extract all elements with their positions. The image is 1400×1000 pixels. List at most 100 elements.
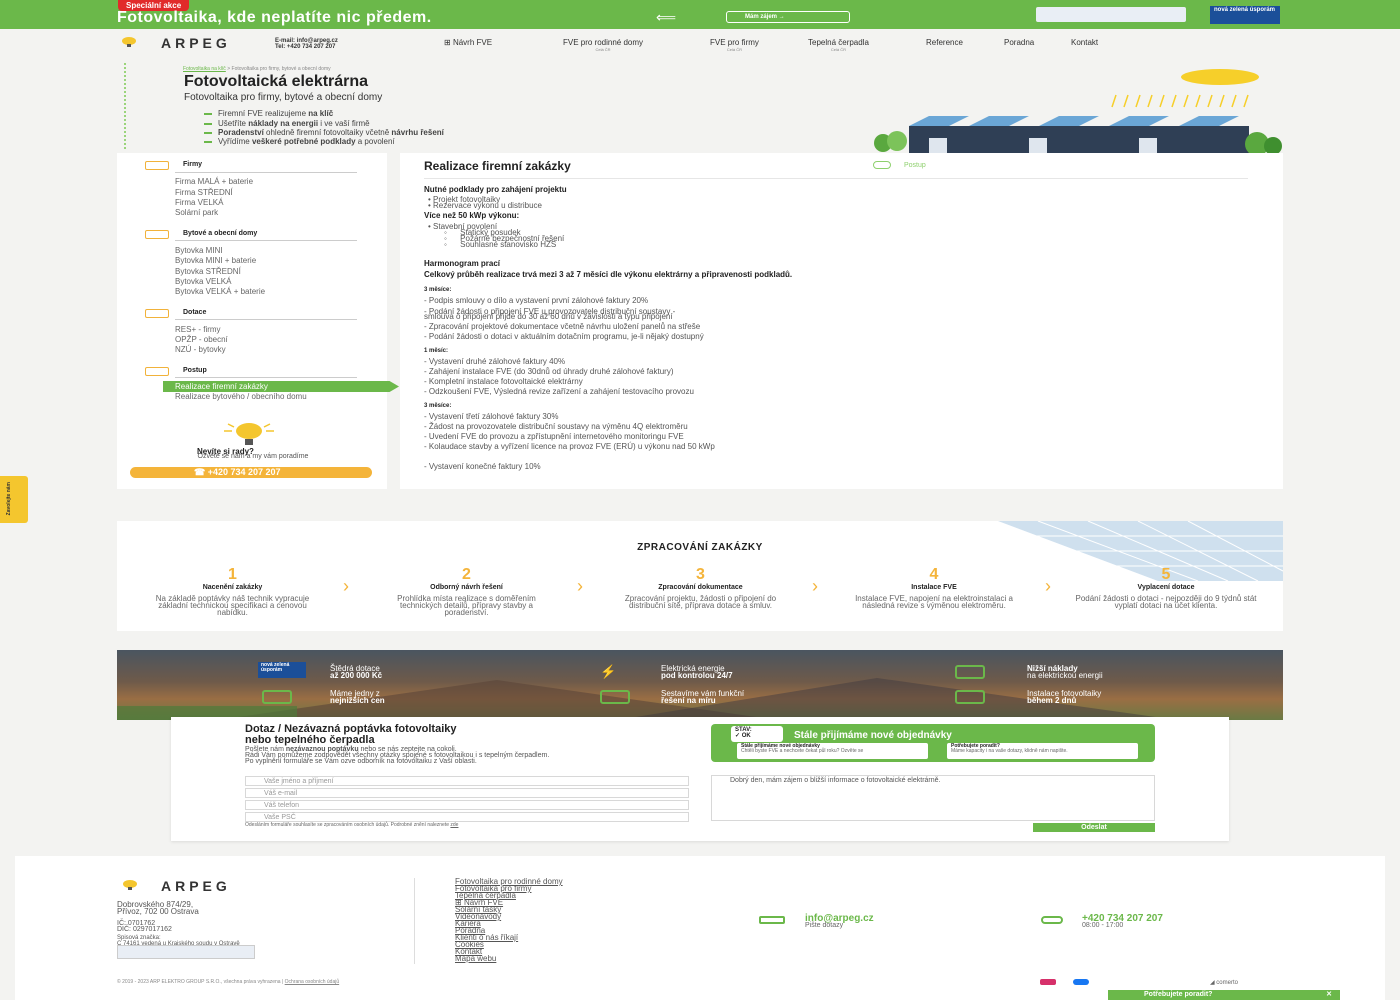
call-button-label: +420 734 207 207 [207, 467, 281, 477]
lightning-icon: ⚡ [600, 664, 617, 679]
sidebar-item[interactable]: Bytovka MINI [175, 246, 223, 255]
comerto-credit[interactable]: ◢ comerto [1210, 979, 1238, 986]
phase-item: - Vystavení druhé zálohové faktury 40% [424, 357, 566, 366]
hero-dotted-line [124, 63, 126, 149]
status-info-box: Potřebujete poradit? Máme kapacity i na v… [947, 743, 1138, 759]
phase-item: - Vystavení konečné faktury 10% [424, 462, 541, 471]
step-number: 3 [696, 566, 705, 583]
name-field[interactable]: Vaše jméno a příjmení [245, 776, 689, 786]
cfa-logo [1036, 7, 1186, 22]
footer-link[interactable]: Mapa webu [455, 955, 496, 963]
phase-item: - Zpracování projektové dokumentace včet… [424, 322, 701, 331]
step-title: Instalace FVE [911, 584, 957, 591]
logo[interactable]: ARPEG [161, 35, 231, 51]
bullet-dash [204, 132, 212, 134]
page-subtitle: Fotovoltaika pro firmy, bytové a obecní … [184, 92, 383, 103]
page-title: Fotovoltaická elektrárna [184, 73, 369, 90]
phase-item: smlouva o připojení přijde do 30 až 60 d… [424, 312, 673, 321]
sidebar-item-active-label: Realizace firemní zakázky [175, 382, 268, 391]
process-step: 2 Odborný návrh řešení Prohlídka místa r… [384, 566, 549, 617]
coins-icon [294, 665, 324, 679]
footer-ids: IČ: 0701762 DIČ: 0297017162 [117, 920, 172, 933]
gdpr-link[interactable]: zde [450, 822, 458, 828]
nav-kontakt[interactable]: Kontakt [1071, 38, 1098, 47]
divider [175, 240, 357, 241]
send-button[interactable]: Odeslat [1033, 823, 1155, 832]
step-number: 5 [1161, 566, 1171, 583]
benefits-banner [117, 650, 1283, 720]
arrow-right-icon: → [778, 14, 785, 20]
sidebar-item[interactable]: OPŽP - obecní [175, 335, 228, 344]
sidebar-item[interactable]: Firma STŘEDNÍ [175, 188, 233, 197]
promo-interest-button[interactable]: Mám zájem → [726, 11, 850, 23]
sun-illustration [1181, 69, 1259, 85]
sidebar-item[interactable]: RES+ - firmy [175, 325, 221, 334]
phase-item: - Vystavení třetí zálohové faktury 30% [424, 412, 559, 421]
nav-fve-rodinne-domy[interactable]: FVE pro rodinné domy Celá ČR [563, 38, 643, 52]
zip-field[interactable]: Vaše PSČ [245, 812, 689, 822]
gear-icon [600, 690, 630, 704]
phase-item: - Kolaudace stavby a vyřízení licence na… [424, 442, 715, 451]
arrow-icon: ⟸ [656, 9, 677, 25]
nav-sub: Celá ČR [726, 47, 743, 52]
hero-bullet: Vyřídíme veškeré potřebné podklady a pov… [218, 137, 395, 146]
calendar-icon [955, 690, 985, 704]
status-indicator: STAV: ✓ OK [731, 726, 783, 742]
status-title: Stále přijímáme nové objednávky [794, 730, 952, 741]
step-desc: Zpracování projektu, žádosti o připojení… [624, 594, 777, 610]
nav-reference[interactable]: Reference [926, 38, 963, 47]
sidebar-item[interactable]: NZÚ - bytovky [175, 345, 226, 354]
nav-navrh-fve[interactable]: ⊞ Návrh FVE [444, 38, 492, 47]
breadcrumb-link[interactable]: Fotovoltaika na klíč [183, 66, 226, 72]
process-step: 5 Vyplacení dotace Podání žádosti o dota… [1073, 566, 1259, 610]
side-call-tab[interactable] [0, 476, 28, 523]
message-textarea[interactable]: Dobrý den, mám zájem o bližší informace … [711, 775, 1155, 821]
instagram-icon[interactable] [1040, 979, 1056, 985]
phase-item: - Zahájení instalace FVE (do 30dnů od úh… [424, 367, 674, 376]
check-icon: ✓ [735, 733, 742, 739]
hero-bullet: Firemní FVE realizujeme na klíč [218, 109, 334, 118]
nav-label: FVE pro firmy [710, 38, 759, 47]
factory-illustration [909, 116, 1282, 154]
nav-tepelna-cerpadla[interactable]: Tepelná čerpadla Celá ČR [808, 38, 869, 52]
email-field[interactable]: Váš e-mail [245, 788, 689, 798]
divider [175, 377, 357, 378]
nav-fve-firmy[interactable]: FVE pro firmy Celá ČR [710, 38, 759, 52]
money-icon [145, 309, 169, 318]
house-roof-illustration [117, 678, 1177, 720]
step-number: 1 [228, 566, 237, 583]
nav-sub: Celá ČR [595, 47, 611, 52]
privacy-link[interactable]: Ochrana osobních údajů [285, 979, 339, 985]
sidebar-item[interactable]: Bytovka MINI + baterie [175, 256, 256, 265]
phase-label: 3 měsíce: [424, 403, 452, 409]
phone-field[interactable]: Váš telefon [245, 800, 689, 810]
sidebar-item[interactable]: Solární park [175, 208, 218, 217]
side-tab-label: Zavolejte nám [6, 482, 12, 516]
phase-item: - Podání žádosti o dotaci v aktuálním do… [424, 332, 704, 341]
benefit-item: Elektrická energie pod kontrolou 24/7 [661, 664, 733, 680]
over-title: Více než 50 kWp výkonu: [424, 211, 520, 220]
step-desc: Podání žádosti o dotaci - nejpozději do … [1075, 594, 1257, 610]
sidebar-item[interactable]: Firma VELKÁ [175, 198, 223, 207]
help-chat-bar[interactable]: Potřebujete poradit? ✕ [1108, 990, 1340, 1000]
nav-poradna[interactable]: Poradna [1004, 38, 1034, 47]
sidebar-item[interactable]: Firma MALÁ + baterie [175, 177, 253, 186]
close-icon[interactable]: ✕ [1326, 990, 1332, 1000]
call-button[interactable]: ☎ +420 734 207 207 [130, 467, 372, 478]
phase-label: 3 měsíce: [424, 287, 452, 293]
help-description: Ozvěte se nám a my vám poradíme [197, 453, 309, 460]
sidebar-item[interactable]: Bytovka STŘEDNÍ [175, 267, 241, 276]
footer-logo[interactable]: ARPEG [161, 878, 231, 894]
status-info-box: Stále přijímáme nové objednávky Chtěli by… [737, 743, 928, 759]
sidebar-item[interactable]: Bytovka VELKÁ [175, 277, 231, 286]
facebook-icon[interactable] [1073, 979, 1089, 985]
sidebar-item[interactable]: Realizace bytového / obecního domu [175, 393, 325, 401]
bullet-dash [204, 123, 212, 125]
header-phone[interactable]: Tel: +420 734 207 207 [275, 44, 338, 50]
sidebar-item[interactable]: Bytovka VELKÁ + baterie [175, 287, 265, 296]
breadcrumb-current: > Fotovoltaika pro firmy, bytové a obecn… [225, 66, 331, 72]
step-desc: Na základě poptávky náš technik vypracuj… [155, 594, 310, 617]
step-desc: Prohlídka místa realizace s doměřením te… [397, 594, 536, 617]
benefit-item: Sestavíme vám funkční řešení na míru [661, 689, 745, 705]
list-item: • Rezervace výkonu u distribuce [428, 201, 542, 210]
